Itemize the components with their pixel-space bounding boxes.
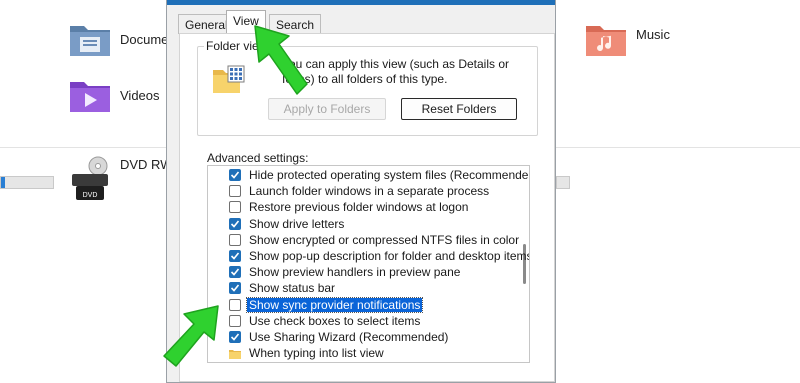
reset-folders-button[interactable]: Reset Folders	[401, 98, 517, 120]
advanced-settings-label: Advanced settings:	[207, 151, 309, 165]
tab-label: Search	[276, 18, 315, 32]
setting-label: Launch folder windows in a separate proc…	[249, 184, 490, 199]
explorer-item-documents[interactable]: Documents	[68, 20, 166, 58]
folder-views-description: You can apply this view (such as Details…	[282, 57, 510, 86]
advanced-setting-row[interactable]: Hide protected operating system files (R…	[229, 167, 530, 183]
advanced-settings-list[interactable]: Hide protected operating system files (R…	[207, 165, 530, 363]
drive-usage-bar	[556, 176, 570, 189]
explorer-label: Videos	[120, 87, 160, 103]
setting-label: Hide protected operating system files (R…	[249, 168, 530, 182]
tab-view[interactable]: View	[226, 10, 266, 34]
advanced-setting-row[interactable]: When typing into list view	[229, 345, 386, 361]
setting-checkbox[interactable]	[229, 201, 241, 214]
documents-folder-icon	[70, 26, 110, 56]
setting-checkbox[interactable]	[229, 185, 241, 198]
advanced-setting-row[interactable]: Show sync provider notifications	[229, 296, 424, 313]
advanced-setting-row[interactable]: Show status bar	[229, 280, 337, 296]
explorer-label: DVD RW	[120, 156, 173, 172]
advanced-setting-row[interactable]: Show pop-up description for folder and d…	[229, 248, 530, 264]
dvd-badge-text: DVD	[83, 192, 98, 199]
dvd-drive-icon: DVD	[72, 156, 108, 200]
setting-checkbox[interactable]	[229, 331, 241, 343]
setting-label: Show drive letters	[249, 216, 345, 231]
videos-folder-icon	[70, 82, 110, 112]
folder-view-icon	[213, 65, 245, 93]
setting-label: Show status bar	[249, 281, 336, 296]
setting-checkbox[interactable]	[229, 217, 241, 230]
advanced-setting-row[interactable]: Show encrypted or compressed NTFS files …	[229, 232, 521, 248]
setting-label: When typing into list view	[249, 346, 384, 361]
setting-label: Use check boxes to select items	[249, 313, 421, 328]
explorer-item-videos[interactable]: Videos	[68, 76, 160, 114]
tab-search[interactable]: Search	[269, 14, 322, 34]
setting-label: Use Sharing Wizard (Recommended)	[249, 330, 449, 344]
setting-label: Show sync provider notifications	[245, 296, 424, 313]
explorer-item-dvd-rw[interactable]: DVD DVD RW	[68, 156, 172, 202]
advanced-settings-scrollbar[interactable]	[519, 166, 529, 362]
apply-to-folders-button[interactable]: Apply to Folders	[268, 98, 386, 120]
setting-checkbox[interactable]	[229, 169, 241, 181]
setting-label: Restore previous folder windows at logon	[249, 200, 469, 215]
tab-label: View	[233, 14, 259, 28]
advanced-setting-row[interactable]: Use Sharing Wizard (Recommended)	[229, 329, 450, 345]
advanced-setting-row[interactable]: Restore previous folder windows at logon	[229, 199, 470, 215]
explorer-label: Music	[636, 26, 670, 42]
view-tab-panel: Folder views You can apply this view (su…	[179, 33, 555, 382]
setting-label: Show encrypted or compressed NTFS files …	[249, 232, 520, 247]
drive-usage-bar	[0, 176, 54, 189]
setting-checkbox[interactable]	[229, 233, 241, 246]
folder-views-title: Folder views	[204, 39, 276, 53]
advanced-setting-row[interactable]: Use check boxes to select items	[229, 313, 422, 329]
tab-label: General	[185, 18, 228, 32]
setting-checkbox[interactable]	[229, 298, 241, 311]
setting-checkbox[interactable]	[229, 282, 241, 295]
advanced-setting-row[interactable]: Launch folder windows in a separate proc…	[229, 183, 491, 199]
drive-usage-fill	[1, 177, 5, 188]
dialog-title-bar	[167, 0, 555, 5]
music-folder-icon	[586, 26, 626, 56]
setting-label: Show pop-up description for folder and d…	[249, 249, 530, 263]
explorer-label: Documents	[120, 31, 166, 47]
advanced-setting-row[interactable]: Show preview handlers in preview pane	[229, 264, 462, 280]
setting-label: Show preview handlers in preview pane	[249, 265, 461, 280]
setting-checkbox[interactable]	[229, 266, 241, 279]
setting-checkbox[interactable]	[229, 314, 241, 327]
setting-checkbox[interactable]	[229, 250, 241, 262]
explorer-item-music[interactable]: Music	[584, 20, 670, 58]
folder-icon	[229, 348, 241, 360]
advanced-setting-row[interactable]: Show drive letters	[229, 216, 346, 232]
folder-options-dialog: General View Search Folder views You can…	[166, 0, 556, 383]
folder-views-group: Folder views You can apply this view (su…	[197, 39, 538, 136]
